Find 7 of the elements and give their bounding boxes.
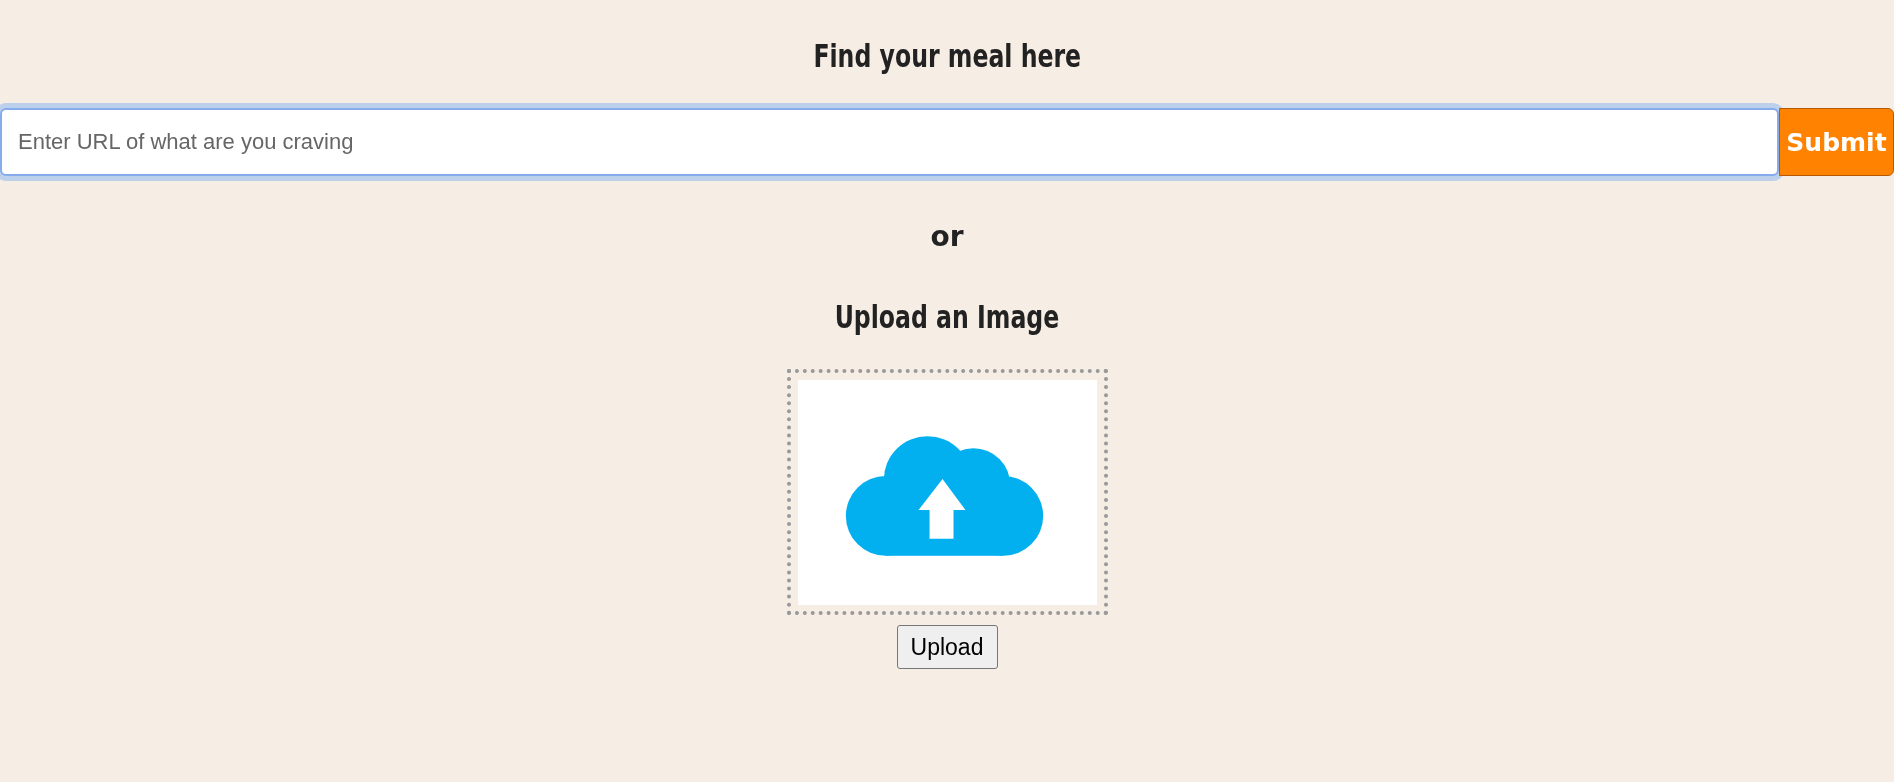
cloud-upload-icon <box>845 436 1043 556</box>
url-input-field[interactable]: Enter URL of what are you craving <box>0 108 1779 176</box>
image-dropzone[interactable] <box>786 369 1108 615</box>
upload-heading: Upload an Image <box>834 297 1060 337</box>
or-separator: or <box>930 220 964 253</box>
page-title: Find your meal here <box>813 36 1081 76</box>
upload-button[interactable]: Upload <box>896 625 998 669</box>
